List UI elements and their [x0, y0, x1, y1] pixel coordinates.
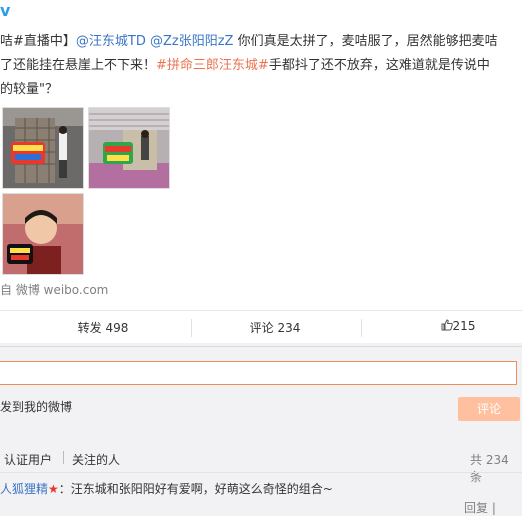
comment-button[interactable]: 评论 234	[232, 319, 318, 336]
reply-link[interactable]: 回复 |	[464, 499, 496, 516]
post-text-segment: 咭#直播中】	[0, 34, 76, 49]
post-text-segment: 手都抖了还不放弃，这难道就是传说中	[268, 58, 490, 73]
comment-text: ：汪东城和张阳阳好有爱啊，好萌这么奇怪的组合~	[58, 482, 333, 496]
weibo-post-card: v 咭#直播中】@汪东城TD @Zz张阳阳zZ 你们真是太拼了，麦咭服了，居然能…	[0, 0, 522, 343]
comment-section: 发到我的微博 评论 认证用户 关注的人 共 234 条 人狐狸精★：汪东城和张阳…	[0, 346, 522, 515]
thumb-climbing-wall[interactable]	[2, 107, 84, 189]
like-count: 215	[452, 319, 476, 333]
repost-button[interactable]: 转发 498	[60, 319, 146, 336]
submit-comment-button[interactable]: 评论	[458, 397, 520, 421]
mention-link[interactable]: @Zz张阳阳zZ	[150, 34, 233, 49]
thumb-boy-closeup[interactable]	[2, 193, 84, 275]
comment-count: 共 234 条	[470, 453, 509, 484]
thumb-climbing-wall-graphic	[3, 108, 83, 188]
mention-link[interactable]: @汪东城TD	[76, 34, 146, 49]
tab-following[interactable]: 关注的人	[72, 451, 120, 468]
thumb-studio-stage-graphic	[89, 108, 169, 188]
comment-input[interactable]	[0, 361, 517, 385]
thumb-boy-closeup-graphic	[3, 194, 83, 274]
verified-badge: v	[0, 1, 11, 20]
action-bar: 转发 498 评论 234 215	[0, 310, 522, 343]
hashtag-link[interactable]: #拼命三郎汪东城#	[156, 58, 269, 73]
tab-verified-users[interactable]: 认证用户	[4, 451, 52, 468]
thumbs-up-icon	[441, 319, 453, 331]
thumb-studio-stage[interactable]	[88, 107, 170, 189]
post-text-line-1: 咭#直播中】@汪东城TD @Zz张阳阳zZ 你们真是太拼了，麦咭服了，居然能够把…	[0, 30, 522, 54]
star-icon: ★	[48, 482, 59, 496]
post-text: 咭#直播中】@汪东城TD @Zz张阳阳zZ 你们真是太拼了，麦咭服了，居然能够把…	[0, 30, 522, 102]
comment-list-divider	[0, 472, 522, 473]
post-text-line-2: 了还能挂在悬崖上不下来！#拼命三郎汪东城#手都抖了还不放弃，这难道就是传说中	[0, 54, 522, 78]
post-source: 自 微博 weibo.com	[0, 283, 109, 297]
action-separator	[191, 319, 192, 337]
post-text-segment: 了还能挂在悬崖上不下来！	[0, 58, 157, 73]
comment-section-border	[0, 346, 522, 347]
comment-item: 人狐狸精★：汪东城和张阳阳好有爱啊，好萌这么奇怪的组合~	[0, 480, 333, 497]
like-button[interactable]: 215	[428, 319, 488, 333]
action-separator	[361, 319, 362, 337]
tab-separator	[63, 451, 64, 464]
post-text-segment: 你们真是太拼了，麦咭服了，居然能够把麦咭	[233, 34, 498, 49]
repost-to-my-weibo-label[interactable]: 发到我的微博	[0, 398, 72, 415]
comment-author[interactable]: 人狐狸精	[0, 482, 48, 496]
post-text-line-3: 的较量"？	[0, 82, 58, 97]
